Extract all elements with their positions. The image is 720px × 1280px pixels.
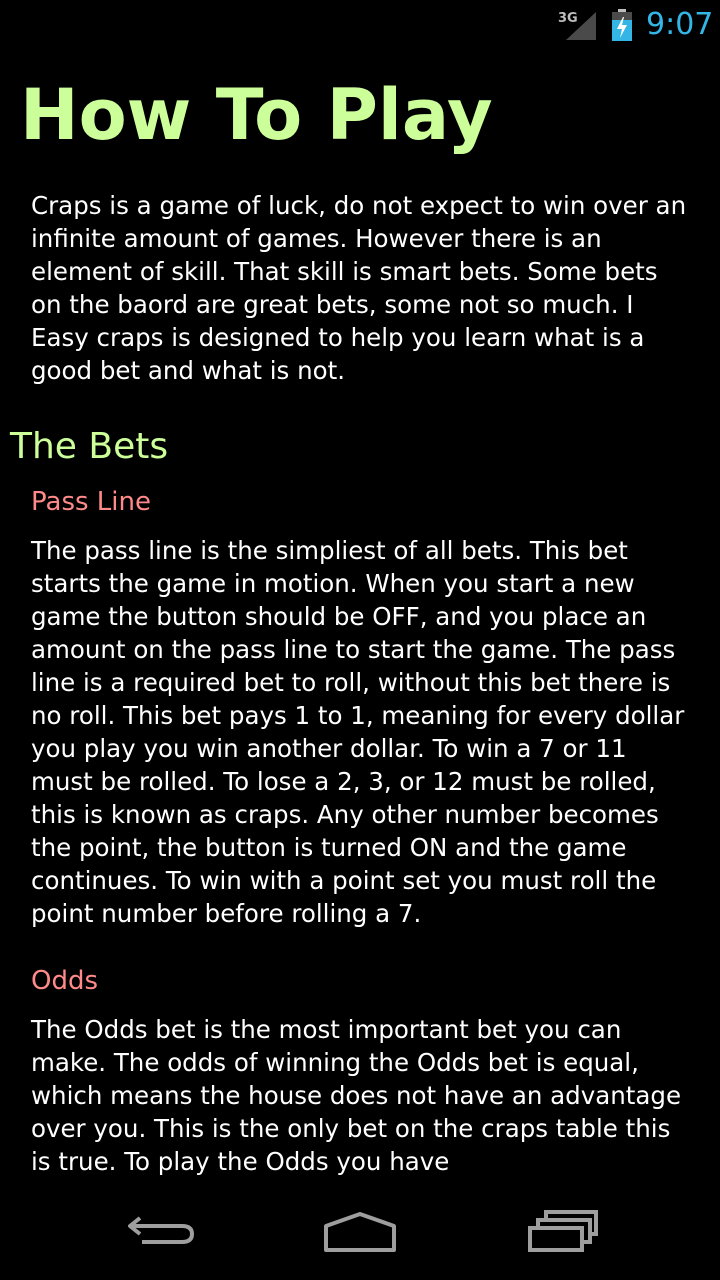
signal-3g-icon: 3G: [558, 8, 598, 42]
bet-heading-pass-line: Pass Line: [31, 487, 151, 517]
bet-body-odds: The Odds bet is the most important bet y…: [31, 1015, 682, 1176]
back-icon: [128, 1216, 195, 1244]
page-title: How To Play: [20, 74, 493, 156]
battery-charging-icon: [610, 8, 634, 42]
recent-apps-button[interactable]: [512, 1200, 612, 1260]
intro-paragraph: Craps is a game of luck, do not expect t…: [31, 191, 687, 385]
how-to-play-content[interactable]: How To Play Craps is a game of luck, do …: [0, 50, 720, 1180]
home-button[interactable]: [310, 1200, 410, 1260]
bet-heading-odds: Odds: [31, 966, 99, 996]
recent-apps-icon: [528, 1210, 598, 1252]
back-button[interactable]: [110, 1200, 210, 1260]
status-bar: 3G 9:07: [0, 0, 720, 50]
network-type-label: 3G: [558, 11, 578, 26]
home-icon: [324, 1212, 396, 1252]
section-title-bets: The Bets: [10, 426, 169, 467]
navigation-bar: [0, 1180, 720, 1280]
status-clock: 9:07: [646, 7, 714, 42]
bet-body-pass-line: The pass line is the simpliest of all be…: [31, 536, 685, 928]
